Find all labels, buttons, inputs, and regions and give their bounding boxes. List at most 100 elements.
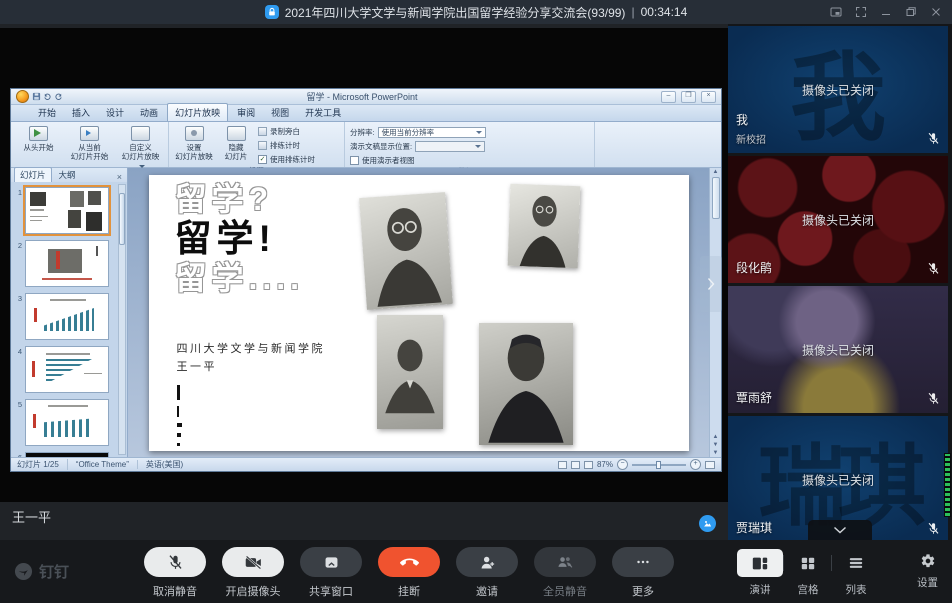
quick-access-toolbar[interactable]	[32, 92, 63, 101]
presenter-view-checkbox[interactable]: 使用演示者视图	[350, 155, 486, 166]
audio-level-meter	[944, 453, 951, 517]
mute-all-icon	[556, 554, 574, 570]
zoom-in-button[interactable]: +	[690, 459, 701, 470]
hide-slide-button[interactable]: 隐藏幻灯片	[220, 125, 252, 161]
fit-to-window-icon[interactable]	[705, 461, 715, 469]
start-from-current-button[interactable]: 从当前幻灯片开始	[67, 125, 112, 161]
more-button[interactable]: 更多	[604, 547, 682, 599]
share-window-button[interactable]: 共享窗口	[292, 547, 370, 599]
participant-org: 新校招	[736, 131, 766, 146]
ppt-restore-button[interactable]: ❐	[681, 91, 696, 103]
fullscreen-button[interactable]	[855, 6, 867, 18]
previous-slide-icon: ▲	[713, 433, 719, 441]
slide-canvas: 留学? 留学! 留学.... 四川大学文学与新闻学院 王一平	[128, 168, 709, 457]
settings-button[interactable]: 设置	[917, 553, 938, 590]
powerpoint-window: 留学 - Microsoft PowerPoint – ❐ × 开始 插入 设计…	[10, 88, 722, 472]
ppt-window-title: 留学 - Microsoft PowerPoint	[66, 90, 658, 103]
use-timings-checkbox[interactable]: 使用排练计时	[258, 154, 315, 165]
tab-design[interactable]: 设计	[99, 104, 131, 121]
participant-tile-2[interactable]: 摄像头已关闭 段化鹃	[728, 156, 948, 283]
participants-sidebar: 我 摄像头已关闭 我 新校招 摄像头已关闭 段化鹃 摄像头已关闭 覃雨舒 瑞琪 …	[728, 24, 952, 540]
mic-muted-icon	[927, 522, 940, 535]
view-grid[interactable]: 宫格	[784, 549, 832, 597]
participant-name: 我	[736, 111, 766, 128]
mini-window-button[interactable]	[830, 6, 842, 18]
hang-up-icon	[400, 553, 419, 572]
tab-developer[interactable]: 开发工具	[298, 104, 348, 121]
slide-thumbnail-2[interactable]: 2	[13, 240, 117, 287]
tab-insert[interactable]: 插入	[65, 104, 97, 121]
mute-all-button[interactable]: 全员静音	[526, 547, 604, 599]
slide-thumbnail-4[interactable]: 4	[13, 346, 117, 393]
title-separator: |	[631, 5, 634, 19]
custom-show-icon	[131, 126, 150, 141]
slide-sorter-view-icon[interactable]	[571, 461, 580, 469]
close-button[interactable]	[930, 6, 942, 18]
participant-name: 段化鹃	[736, 259, 772, 276]
participant-tile-3[interactable]: 摄像头已关闭 覃雨舒	[728, 286, 948, 413]
more-dots-icon	[635, 554, 651, 570]
slide-thumbnail-3[interactable]: 3	[13, 293, 117, 340]
view-speaker[interactable]: 演讲	[736, 549, 784, 597]
share-window-icon	[323, 554, 340, 571]
ppt-vertical-scrollbar[interactable]: ▲ ▲ ▼ ▼	[709, 168, 721, 457]
maximize-restore-button[interactable]	[905, 6, 917, 18]
ppt-minimize-button[interactable]: –	[661, 91, 676, 103]
presenter-name-label: 王一平	[12, 507, 51, 526]
panel-close-button[interactable]: ×	[117, 172, 124, 182]
play-current-icon	[80, 126, 99, 141]
participant-tile-self[interactable]: 我 摄像头已关闭 我 新校招	[728, 26, 948, 153]
slide-thumbnail-1[interactable]: 1	[13, 187, 117, 234]
zoom-percent: 87%	[597, 460, 613, 469]
ppt-titlebar: 留学 - Microsoft PowerPoint – ❐ ×	[11, 89, 721, 105]
sidebar-collapse-button[interactable]	[808, 520, 872, 540]
show-on-dropdown[interactable]	[415, 141, 485, 152]
invite-button[interactable]: 邀请	[448, 547, 526, 599]
tab-review[interactable]: 审阅	[230, 104, 262, 121]
tab-home[interactable]: 开始	[31, 104, 63, 121]
bottom-toolbar: 钉钉 取消静音 开启摄像头 共享窗口	[0, 540, 952, 603]
view-list[interactable]: 列表	[832, 549, 880, 597]
panel-tab-slides[interactable]: 幻灯片	[14, 167, 52, 182]
hang-up-button[interactable]: 挂断	[370, 547, 448, 599]
main-stage: 留学 - Microsoft PowerPoint – ❐ × 开始 插入 设计…	[0, 24, 728, 540]
meeting-title: 2021年四川大学文学与新闻学院出国留学经验分享交流会(93/99)	[285, 4, 626, 21]
meeting-window: 2021年四川大学文学与新闻学院出国留学经验分享交流会(93/99) | 00:…	[0, 0, 952, 603]
undo-icon	[43, 92, 52, 101]
minimize-button[interactable]	[880, 6, 892, 18]
photo-icon	[703, 519, 712, 528]
office-orb-button[interactable]	[16, 90, 29, 103]
ppt-ribbon: 从头开始 从当前幻灯片开始 自定义 幻灯片放映	[11, 121, 721, 168]
normal-view-icon[interactable]	[558, 461, 567, 469]
custom-slideshow-button[interactable]: 自定义 幻灯片放映	[118, 125, 163, 170]
thumbnails-scrollbar[interactable]	[118, 184, 126, 455]
unmute-button[interactable]: 取消静音	[136, 547, 214, 599]
tab-view[interactable]: 视图	[264, 104, 296, 121]
start-from-beginning-button[interactable]: 从头开始	[16, 125, 61, 152]
rehearse-timings-button[interactable]: 排练计时	[258, 140, 315, 151]
zoom-out-button[interactable]: −	[617, 459, 628, 470]
resolution-dropdown[interactable]: 使用当前分辨率	[378, 127, 486, 138]
ppt-close-button[interactable]: ×	[701, 91, 716, 103]
setup-slideshow-button[interactable]: 设置幻灯片放映	[174, 125, 214, 161]
sidebar-expand-toggle[interactable]	[700, 256, 722, 312]
tab-slideshow[interactable]: 幻灯片放映	[167, 103, 228, 121]
invite-person-icon	[479, 554, 496, 571]
slide-title-line3: 留学....	[175, 260, 305, 297]
camera-off-status: 摄像头已关闭	[728, 211, 948, 228]
slideshow-view-icon[interactable]	[584, 461, 593, 469]
record-narration-button[interactable]: 录制旁白	[258, 126, 315, 137]
speaker-view-icon	[751, 556, 769, 571]
zoom-slider[interactable]	[632, 464, 686, 466]
camera-on-button[interactable]: 开启摄像头	[214, 547, 292, 599]
stage-corner-badge[interactable]	[699, 515, 716, 532]
slide-thumbnail-5[interactable]: 5	[13, 399, 117, 446]
slide-title-line2: 留学!	[175, 218, 305, 260]
tab-animation[interactable]: 动画	[133, 104, 165, 121]
setup-show-icon	[185, 126, 204, 141]
status-language: 英语(美国)	[138, 459, 191, 470]
gear-icon	[920, 553, 936, 569]
panel-tab-outline[interactable]: 大纲	[54, 168, 81, 182]
portrait-photo-2	[507, 184, 580, 268]
redo-icon	[54, 92, 63, 101]
